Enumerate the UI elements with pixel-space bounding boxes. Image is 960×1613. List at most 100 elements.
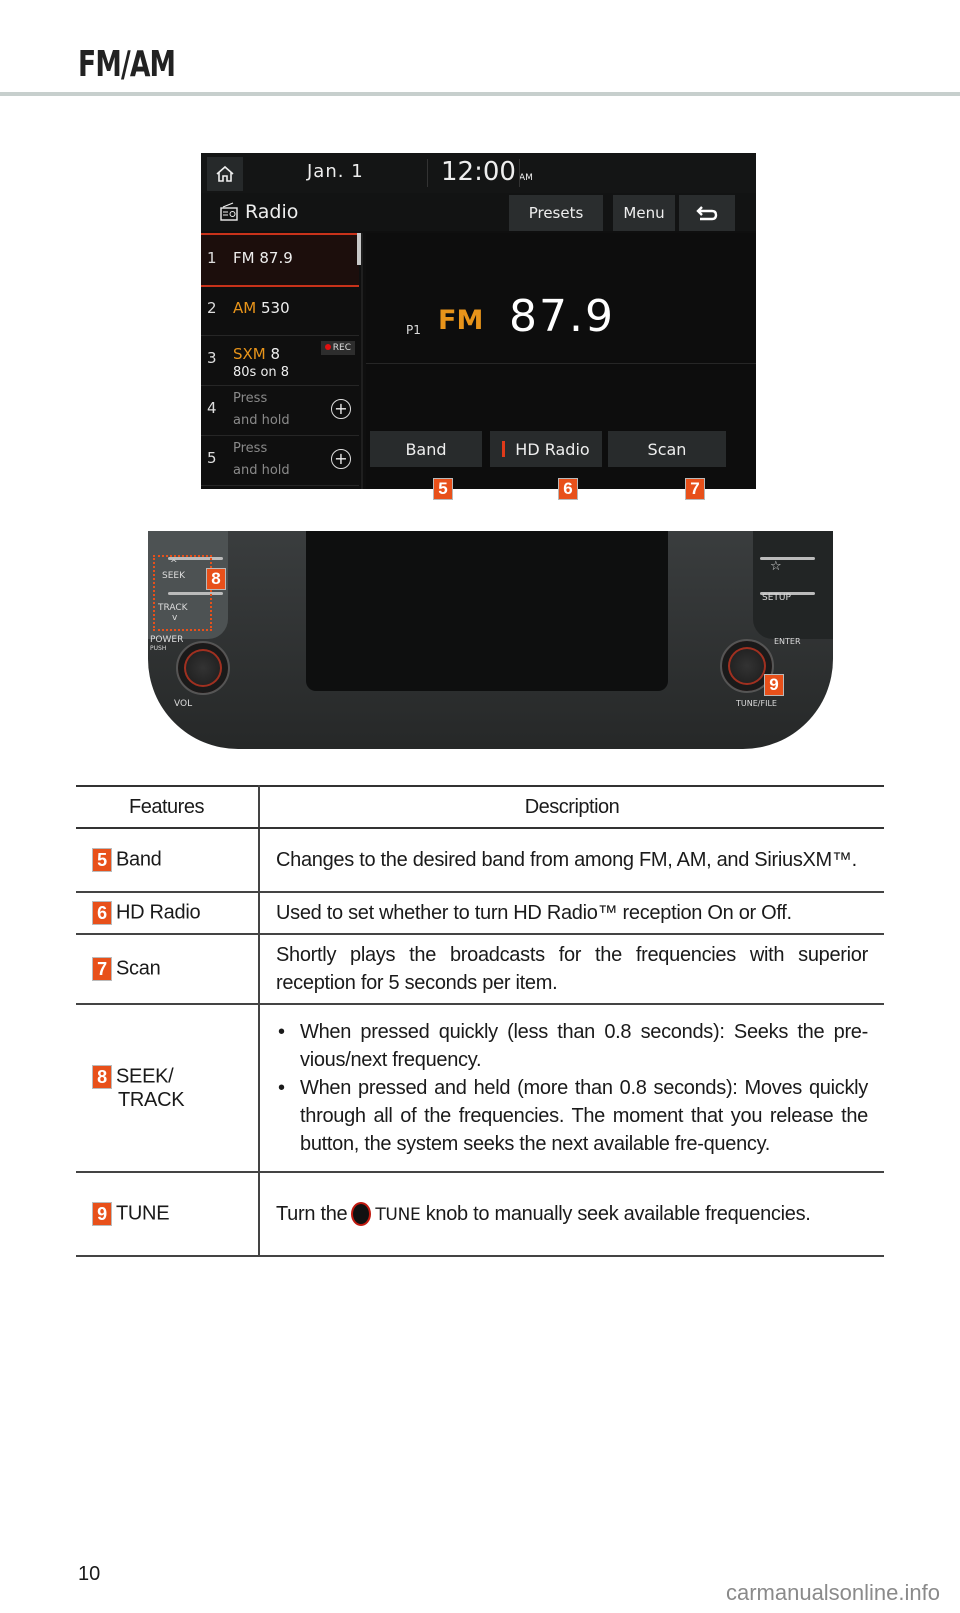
feature-name: TUNE	[116, 1202, 170, 1225]
rec-label: REC	[332, 343, 351, 353]
tune-label: TUNE	[375, 1204, 421, 1225]
callout-6: 6	[558, 478, 578, 500]
table-row: 6 HD Radio Used to set whether to turn HD…	[76, 892, 884, 935]
current-band: FM	[438, 305, 484, 336]
rec-dot-icon	[324, 344, 331, 350]
feature-cell: 5 Band	[76, 828, 260, 893]
feature-name-line2: TRACK	[118, 1088, 185, 1111]
table-row: 8SEEK/TRACK When pressed quickly (less t…	[76, 1004, 884, 1173]
hd-radio-button[interactable]: HD Radio	[490, 431, 602, 467]
preset-item-2[interactable]: 2 AM 530	[201, 285, 359, 336]
menu-button[interactable]: Menu	[613, 195, 675, 231]
feature-name: Scan	[116, 957, 161, 980]
preset-scrollbar[interactable]	[357, 233, 361, 265]
back-arrow-icon	[696, 206, 718, 221]
hd-status-indicator	[502, 441, 506, 457]
table-header: Features Description	[76, 785, 884, 829]
bullet-item: When pressed quickly (less than 0.8 seco…	[278, 1018, 868, 1074]
table-row: 7 Scan Shortly plays the broadcasts for t…	[76, 934, 884, 1005]
tune-file-label: TUNE/FILE	[736, 699, 777, 708]
enter-label: ENTER	[774, 637, 801, 646]
preset-number: 1	[207, 249, 217, 267]
preset-item-4[interactable]: 4 Press and hold +	[201, 385, 359, 436]
status-bar: Jan. 1 12:00 AM	[201, 153, 756, 194]
preset-band: FM	[233, 249, 255, 267]
watermark: carmanualsonline.info	[725, 1580, 940, 1605]
track-down-icon: v	[172, 613, 178, 623]
presets-button[interactable]: Presets	[509, 195, 603, 231]
head-unit-image: ^ SEEK TRACK v POWER PUSH VOL ☆ SETUP EN…	[148, 531, 833, 749]
column-header-features: Features	[76, 785, 260, 829]
preset-list: 1 FM 87.9 2 AM 530 3 SXM 8 80s on 8 REC …	[201, 233, 363, 489]
preset-indicator: P1	[406, 323, 421, 337]
back-button[interactable]	[679, 195, 735, 231]
home-button[interactable]	[207, 157, 243, 191]
callout-badge: 7	[92, 957, 112, 981]
preset-label: FM 87.9	[233, 249, 293, 267]
seek-up-icon: ^	[170, 559, 178, 569]
feature-cell: 6 HD Radio	[76, 892, 260, 935]
description-text: knob to manually seek available frequenc…	[425, 1202, 811, 1225]
callout-badge: 8	[92, 1064, 112, 1089]
preset-number: 2	[207, 299, 217, 317]
table-row: 5 Band Changes to the desired band from a…	[76, 828, 884, 893]
description-cell: Turn the TUNE knob to manually seek avail…	[259, 1172, 884, 1257]
band-button[interactable]: Band	[370, 431, 482, 467]
page-title: FM/AM	[78, 44, 176, 85]
feature-name: HD Radio	[116, 901, 201, 924]
favorite-star-icon[interactable]: ☆	[770, 559, 782, 574]
preset-band: AM	[233, 299, 257, 317]
preset-value: 8	[270, 345, 281, 363]
preset-subtitle: 80s on 8	[233, 365, 290, 380]
radio-screen: Jan. 1 12:00 AM Radio Presets Menu 1 FM 8…	[201, 153, 756, 489]
push-label: PUSH	[150, 645, 167, 652]
seek-key-label[interactable]: SEEK	[162, 571, 185, 581]
callout-9: 9	[764, 674, 784, 696]
preset-number: 3	[207, 349, 217, 367]
bullet-list: When pressed quickly (less than 0.8 seco…	[276, 1018, 868, 1158]
preset-item-5[interactable]: 5 Press and hold +	[201, 435, 359, 486]
column-header-description: Description	[259, 785, 884, 829]
preset-hint-line2: and hold	[233, 413, 290, 428]
callout-7: 7	[685, 478, 705, 500]
radio-icon	[220, 202, 238, 221]
description-cell: Shortly plays the broadcasts for the fre…	[259, 934, 884, 1005]
bullet-item: When pressed and held (more than 0.8 sec…	[278, 1074, 868, 1158]
date-display: Jan. 1	[307, 161, 364, 182]
callout-8: 8	[206, 568, 226, 590]
feature-cell: 7 Scan	[76, 934, 260, 1005]
track-key-label[interactable]: TRACK	[158, 603, 188, 613]
add-preset-icon[interactable]: +	[331, 399, 351, 419]
table-row: 9 TUNE Turn the TUNE knob to manually seek…	[76, 1172, 884, 1257]
setup-key-label[interactable]: SETUP	[762, 593, 791, 603]
page-number: 10	[78, 1563, 101, 1585]
preset-label: AM 530	[233, 299, 290, 317]
title-divider	[0, 92, 960, 96]
preset-hint-line2: and hold	[233, 463, 290, 478]
app-title: Radio	[219, 201, 298, 223]
right-key-panel	[753, 531, 833, 639]
add-preset-icon[interactable]: +	[331, 449, 351, 469]
time-value: 12:00	[441, 157, 516, 187]
description-text: Turn the	[276, 1202, 348, 1225]
preset-item-3[interactable]: 3 SXM 8 80s on 8 REC	[201, 335, 359, 386]
preset-value: 530	[260, 299, 290, 317]
divider	[519, 159, 520, 187]
preset-hint-line1: Press	[233, 441, 268, 456]
head-unit-screen	[306, 531, 668, 691]
preset-number: 4	[207, 399, 217, 417]
scan-button[interactable]: Scan	[608, 431, 726, 467]
preset-item-1[interactable]: 1 FM 87.9	[201, 233, 359, 287]
callout-badge: 9	[92, 1202, 112, 1226]
callout-5: 5	[433, 478, 453, 500]
volume-knob[interactable]	[176, 641, 230, 695]
app-header: Radio Presets Menu	[201, 193, 756, 231]
feature-cell: 8 SEEK/TRACK	[76, 1004, 260, 1173]
description-cell: When pressed quickly (less than 0.8 seco…	[259, 1004, 884, 1173]
seek-track-highlight	[153, 555, 212, 631]
vol-label: VOL	[174, 699, 193, 709]
power-label: POWER	[150, 635, 184, 645]
preset-hint-line1: Press	[233, 391, 268, 406]
hd-radio-label: HD Radio	[515, 439, 590, 459]
preset-number: 5	[207, 449, 217, 467]
